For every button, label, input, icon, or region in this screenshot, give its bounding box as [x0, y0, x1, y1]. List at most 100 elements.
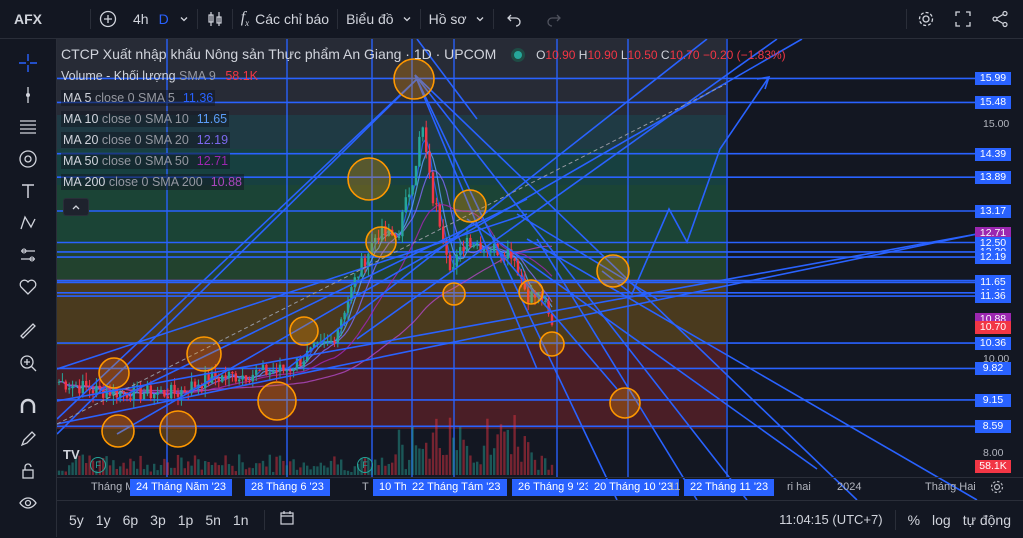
crosshair-tool[interactable]: [16, 51, 40, 75]
profile-button[interactable]: Hồ sơ: [421, 0, 493, 38]
prediction-icon: [21, 248, 35, 262]
chart-type-button[interactable]: [198, 0, 232, 38]
candle-body: [71, 385, 74, 389]
chart-area[interactable]: CTCP Xuất nhập khẩu Nông sản Thực phẩm A…: [57, 39, 1023, 500]
highlight-circle: [518, 279, 544, 305]
chart-canvas[interactable]: [57, 39, 1023, 500]
pencil-lock-icon: [20, 431, 36, 447]
volume-bar: [142, 469, 146, 475]
gear-icon: [918, 11, 934, 27]
share-icon: [992, 10, 1008, 28]
highlight-circle: [453, 189, 487, 223]
crosshair-icon: [19, 54, 37, 72]
date-ranges: 5y 1y 6p 3p 1p 5n 1n: [57, 512, 254, 528]
time-label: 11: [669, 481, 681, 493]
text-tool[interactable]: [16, 179, 40, 203]
ma-legend-row[interactable]: MA 20 close 0 SMA 20 12.19: [61, 132, 231, 148]
candle-body: [448, 254, 452, 271]
ma-legend-row[interactable]: MA 200 close 0 SMA 200 10.88: [61, 174, 244, 190]
undo-button[interactable]: [494, 0, 534, 38]
axis-settings-button[interactable]: [989, 479, 1007, 497]
candle-body: [268, 372, 271, 375]
ma-params: close 0 SMA 20: [101, 133, 189, 147]
volume-bar: [241, 462, 244, 475]
candle-body: [64, 381, 67, 390]
tradingview-logo[interactable]: TV: [63, 447, 89, 463]
magnet-tool[interactable]: [16, 395, 40, 419]
price-label: 58.1K: [975, 460, 1011, 473]
candle-body: [329, 340, 333, 342]
volume-bar: [309, 469, 312, 475]
prediction-tool[interactable]: [16, 243, 40, 267]
clock[interactable]: 11:04:15 (UTC+7): [773, 512, 888, 527]
ruler-tool[interactable]: [16, 319, 40, 343]
settings-button[interactable]: [907, 0, 945, 38]
volume-bar: [275, 456, 278, 475]
chart-layout-button[interactable]: Biểu đồ: [338, 0, 419, 38]
range-button-5n[interactable]: 5n: [199, 512, 227, 528]
range-button-6p[interactable]: 6p: [117, 512, 145, 528]
pattern-tool[interactable]: [16, 211, 40, 235]
ma-value: 11.65: [196, 112, 228, 126]
range-button-1p[interactable]: 1p: [172, 512, 200, 528]
visibility-tool[interactable]: [16, 491, 40, 515]
lock-tool[interactable]: [16, 459, 40, 483]
redo-button[interactable]: [534, 0, 574, 38]
zoom-tool[interactable]: [16, 351, 40, 375]
log-toggle[interactable]: log: [926, 512, 957, 528]
share-button[interactable]: [981, 0, 1023, 38]
ma-legend-row[interactable]: MA 10 close 0 SMA 10 11.65: [61, 111, 230, 127]
volume-bar: [452, 437, 455, 475]
interval-button[interactable]: 4h D: [125, 0, 197, 38]
chart-label: Biểu đồ: [346, 11, 394, 27]
volume-bar: [425, 442, 428, 475]
ma-name: MA 20: [63, 133, 102, 147]
candle-body: [156, 392, 159, 395]
earnings-marker[interactable]: F: [90, 457, 106, 473]
earnings-marker[interactable]: F: [357, 457, 373, 473]
fib-tool[interactable]: [16, 147, 40, 171]
candle-body: [241, 375, 244, 380]
go-to-date-button[interactable]: [265, 510, 309, 529]
candle-body: [238, 379, 241, 382]
horizontal-lines-tool[interactable]: [16, 115, 40, 139]
candle-body: [159, 390, 163, 393]
volume-bar: [435, 418, 438, 475]
volume-bar: [251, 468, 254, 475]
ma-params: close 0 SMA 200: [108, 175, 203, 189]
indicators-button[interactable]: fx Các chỉ báo: [233, 0, 337, 38]
volume-bar: [125, 468, 129, 475]
compare-button[interactable]: [91, 0, 125, 38]
range-button-5y[interactable]: 5y: [63, 512, 90, 528]
candle-body: [333, 340, 336, 343]
ma-legend-row[interactable]: MA 50 close 0 SMA 50 12.71: [61, 153, 231, 169]
symbol-search[interactable]: AFX: [0, 0, 90, 38]
icons-tool[interactable]: [16, 275, 40, 299]
candle-body: [408, 194, 411, 198]
range-button-3p[interactable]: 3p: [144, 512, 172, 528]
price-label: 10.70: [975, 321, 1011, 335]
range-button-1y[interactable]: 1y: [90, 512, 117, 528]
redo-icon: [546, 14, 561, 27]
collapse-legend-button[interactable]: [63, 198, 89, 216]
volume-bar: [544, 458, 547, 475]
volume-bar: [411, 426, 414, 475]
percent-toggle[interactable]: %: [902, 512, 926, 528]
market-status-dot: [514, 51, 523, 59]
trend-line-tool[interactable]: [16, 83, 40, 107]
candle-body: [425, 127, 428, 152]
range-button-1n[interactable]: 1n: [227, 512, 255, 528]
price-label: 9.82: [975, 362, 1011, 376]
time-tick: ri hai: [787, 481, 811, 493]
ma-legend-row[interactable]: MA 5 close 0 SMA 5 11.36: [61, 90, 216, 106]
volume-legend[interactable]: Volume - Khối lượng SMA 9 58.1K: [61, 69, 258, 83]
candle-body: [217, 378, 220, 382]
candle-body: [142, 393, 146, 400]
profile-label: Hồ sơ: [428, 11, 467, 27]
auto-toggle[interactable]: tự động: [957, 512, 1023, 528]
fullscreen-button[interactable]: [945, 0, 981, 38]
volume-bar: [438, 448, 441, 475]
draw-mode-tool[interactable]: [16, 427, 40, 451]
volume-bar: [255, 463, 258, 475]
candle-body: [98, 385, 101, 389]
